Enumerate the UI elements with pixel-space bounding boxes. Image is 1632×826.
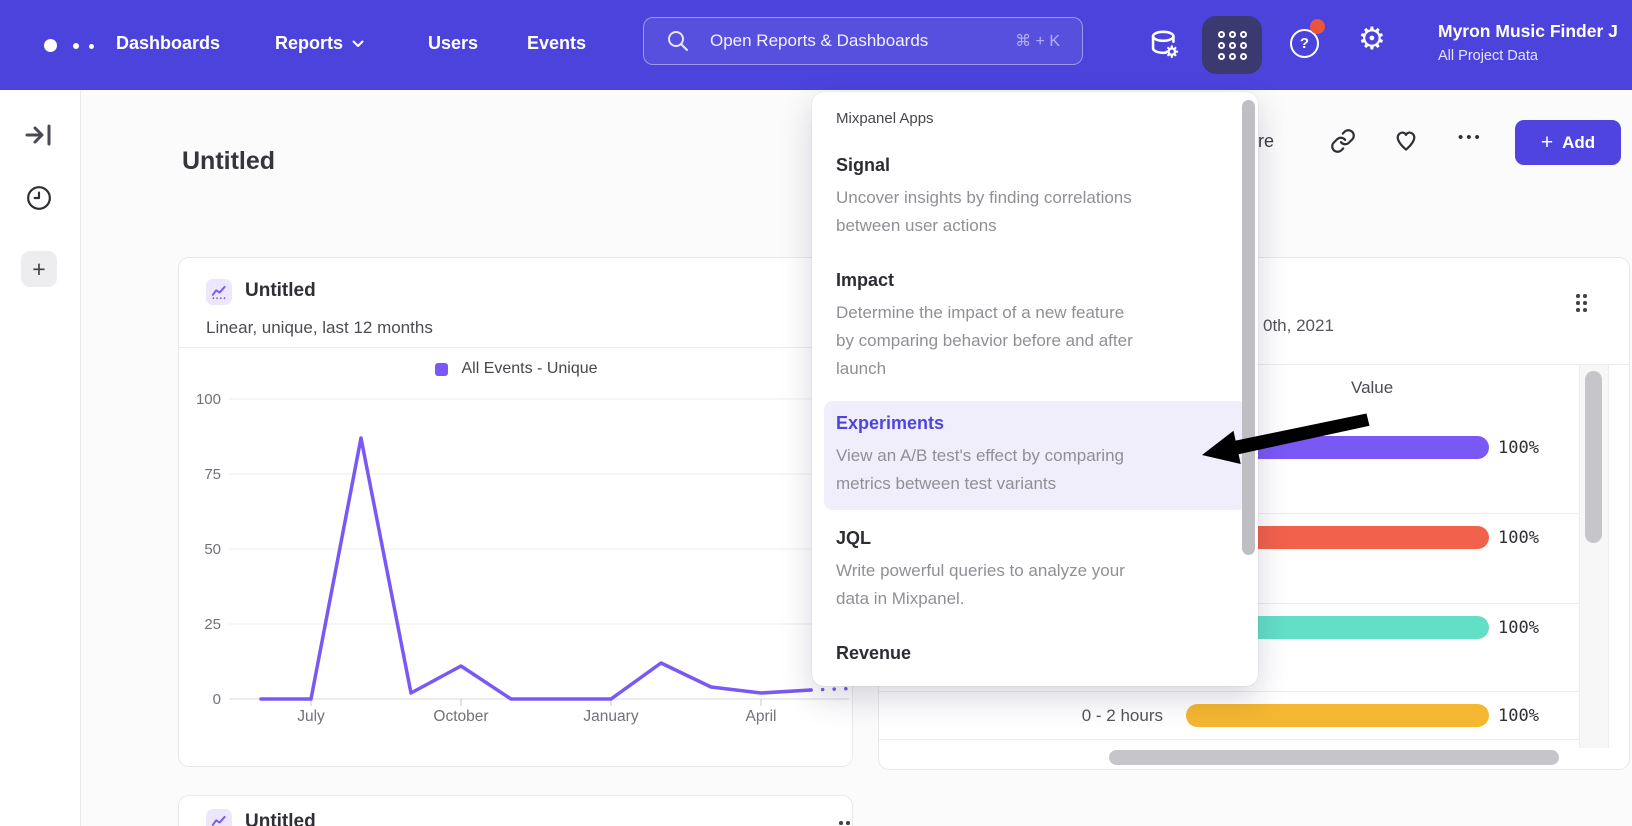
nav-item-dashboards[interactable]: Dashboards — [116, 33, 220, 54]
legend-label: All Events - Unique — [461, 360, 597, 378]
menu-item-description: launch — [836, 355, 1234, 383]
add-button-label: Add — [1562, 133, 1595, 153]
menu-item-title: Impact — [836, 270, 1234, 291]
nav-item-label: Events — [527, 33, 586, 54]
value-percentage: 100% — [1498, 706, 1539, 726]
chart-line-series — [261, 438, 811, 699]
notification-dot-icon — [1310, 19, 1325, 34]
value-percentage: 100% — [1498, 438, 1539, 458]
dropdown-scrollbar-thumb[interactable] — [1242, 100, 1255, 555]
x-axis-tick-label: January — [583, 708, 638, 725]
insight-chart-card: Untitled Linear, unique, last 12 months … — [178, 257, 853, 767]
y-axis-tick-label: 25 — [204, 616, 221, 633]
y-axis-tick-label: 50 — [204, 541, 221, 558]
page-title[interactable]: Untitled — [182, 147, 275, 176]
menu-item-title: Revenue — [836, 643, 1234, 664]
app-window: Dashboards Reports Users Events ⌘ + K — [0, 0, 1632, 826]
menu-item-title: Experiments — [836, 413, 1234, 434]
value-column-header: Value — [1351, 378, 1393, 398]
heart-icon[interactable] — [1392, 126, 1420, 154]
divider — [179, 347, 853, 348]
menu-item-description: by comparing behavior before and after — [836, 327, 1234, 355]
line-chart-plot: 0 25 50 75 100 July October January April — [197, 388, 852, 738]
top-navigation-bar: Dashboards Reports Users Events ⌘ + K — [0, 0, 1632, 90]
menu-item-experiments[interactable]: Experiments View an A/B test's effect by … — [824, 401, 1246, 510]
date-range-fragment: 0th, 2021 — [1263, 316, 1334, 336]
settings-gear-icon[interactable]: ⚙ — [1358, 24, 1386, 55]
x-axis-tick-label: April — [745, 708, 776, 725]
line-chart-icon — [206, 279, 232, 305]
user-menu[interactable]: Myron Music Finder J All Project Data — [1438, 21, 1618, 64]
y-axis-tick-label: 0 — [213, 691, 221, 708]
help-button[interactable]: ? — [1290, 29, 1321, 60]
menu-item-description: Determine the impact of a new feature — [836, 299, 1234, 327]
nav-item-label: Dashboards — [116, 33, 220, 54]
chart-line-incomplete-dotted — [811, 689, 851, 691]
apps-grid-icon — [1218, 31, 1247, 60]
search-icon — [666, 29, 690, 53]
nav-item-users[interactable]: Users — [428, 33, 478, 54]
menu-item-description: View an A/B test's effect by comparing — [836, 442, 1234, 470]
menu-item-impact[interactable]: Impact Determine the impact of a new feat… — [836, 270, 1234, 383]
dropdown-title: Mixpanel Apps — [836, 110, 1234, 127]
x-axis-tick-label: October — [433, 708, 488, 725]
plus-glyph: + — [1541, 131, 1553, 155]
user-name: Myron Music Finder J — [1438, 21, 1618, 42]
add-button[interactable]: + Add — [1515, 120, 1621, 165]
vertical-scrollbar-thumb[interactable] — [1585, 371, 1602, 543]
global-search[interactable]: ⌘ + K — [643, 17, 1083, 65]
row-label: 0 - 2 hours — [903, 706, 1163, 726]
nav-item-reports[interactable]: Reports — [275, 33, 364, 54]
legend-swatch-icon — [435, 363, 448, 376]
x-axis-tick-label: July — [297, 708, 325, 725]
menu-item-signal[interactable]: Signal Uncover insights by finding correl… — [836, 155, 1234, 240]
left-rail: + — [0, 90, 81, 826]
insight-chart-card-bottom: Untitled — [178, 795, 853, 826]
nav-item-label: Users — [428, 33, 478, 54]
menu-item-description: metrics between test variants — [836, 470, 1234, 498]
menu-item-description: data in Mixpanel. — [836, 585, 1234, 613]
search-input[interactable] — [708, 30, 1015, 52]
menu-item-revenue[interactable]: Revenue — [836, 643, 1234, 664]
menu-item-title: Signal — [836, 155, 1234, 176]
add-plus-icon[interactable]: + — [21, 251, 57, 287]
data-management-icon[interactable] — [1146, 27, 1182, 63]
search-shortcut: ⌘ + K — [1015, 31, 1060, 51]
divider — [879, 739, 1579, 740]
menu-item-description: between user actions — [836, 212, 1234, 240]
project-name: All Project Data — [1438, 48, 1618, 64]
clipped-toolbar-text: re — [1258, 131, 1274, 152]
menu-item-title: JQL — [836, 528, 1234, 549]
horizontal-scrollbar-thumb[interactable] — [1109, 750, 1559, 765]
recent-clock-icon[interactable] — [26, 185, 52, 211]
mixpanel-logo-icon[interactable] — [44, 38, 104, 54]
menu-item-description: Uncover insights by finding correlations — [836, 184, 1234, 212]
drag-handle-icon[interactable] — [839, 821, 850, 826]
card-title[interactable]: Untitled — [245, 280, 316, 302]
apps-grid-button[interactable] — [1202, 16, 1262, 74]
card-subtitle: Linear, unique, last 12 months — [206, 318, 433, 338]
drag-handle-icon[interactable] — [1576, 294, 1587, 312]
chevron-down-icon — [352, 40, 364, 48]
line-chart-icon — [206, 809, 232, 826]
row-divider — [879, 691, 1579, 692]
y-axis-tick-label: 100 — [197, 391, 221, 408]
nav-item-events[interactable]: Events — [527, 33, 586, 54]
mixpanel-apps-dropdown: Mixpanel Apps Signal Uncover insights by … — [812, 92, 1258, 686]
nav-item-label: Reports — [275, 33, 343, 54]
expand-panel-icon[interactable] — [25, 122, 53, 148]
y-axis-tick-label: 75 — [204, 466, 221, 483]
menu-item-description: Write powerful queries to analyze your — [836, 557, 1234, 585]
chart-legend[interactable]: All Events - Unique — [179, 360, 853, 378]
more-options-ellipsis-icon[interactable]: ••• — [1458, 129, 1483, 146]
menu-item-jql[interactable]: JQL Write powerful queries to analyze you… — [836, 528, 1234, 613]
plus-glyph: + — [32, 256, 45, 283]
link-icon[interactable] — [1330, 128, 1356, 154]
value-percentage: 100% — [1498, 528, 1539, 548]
value-percentage: 100% — [1498, 618, 1539, 638]
card-title[interactable]: Untitled — [245, 811, 316, 826]
value-bar — [1186, 704, 1489, 727]
